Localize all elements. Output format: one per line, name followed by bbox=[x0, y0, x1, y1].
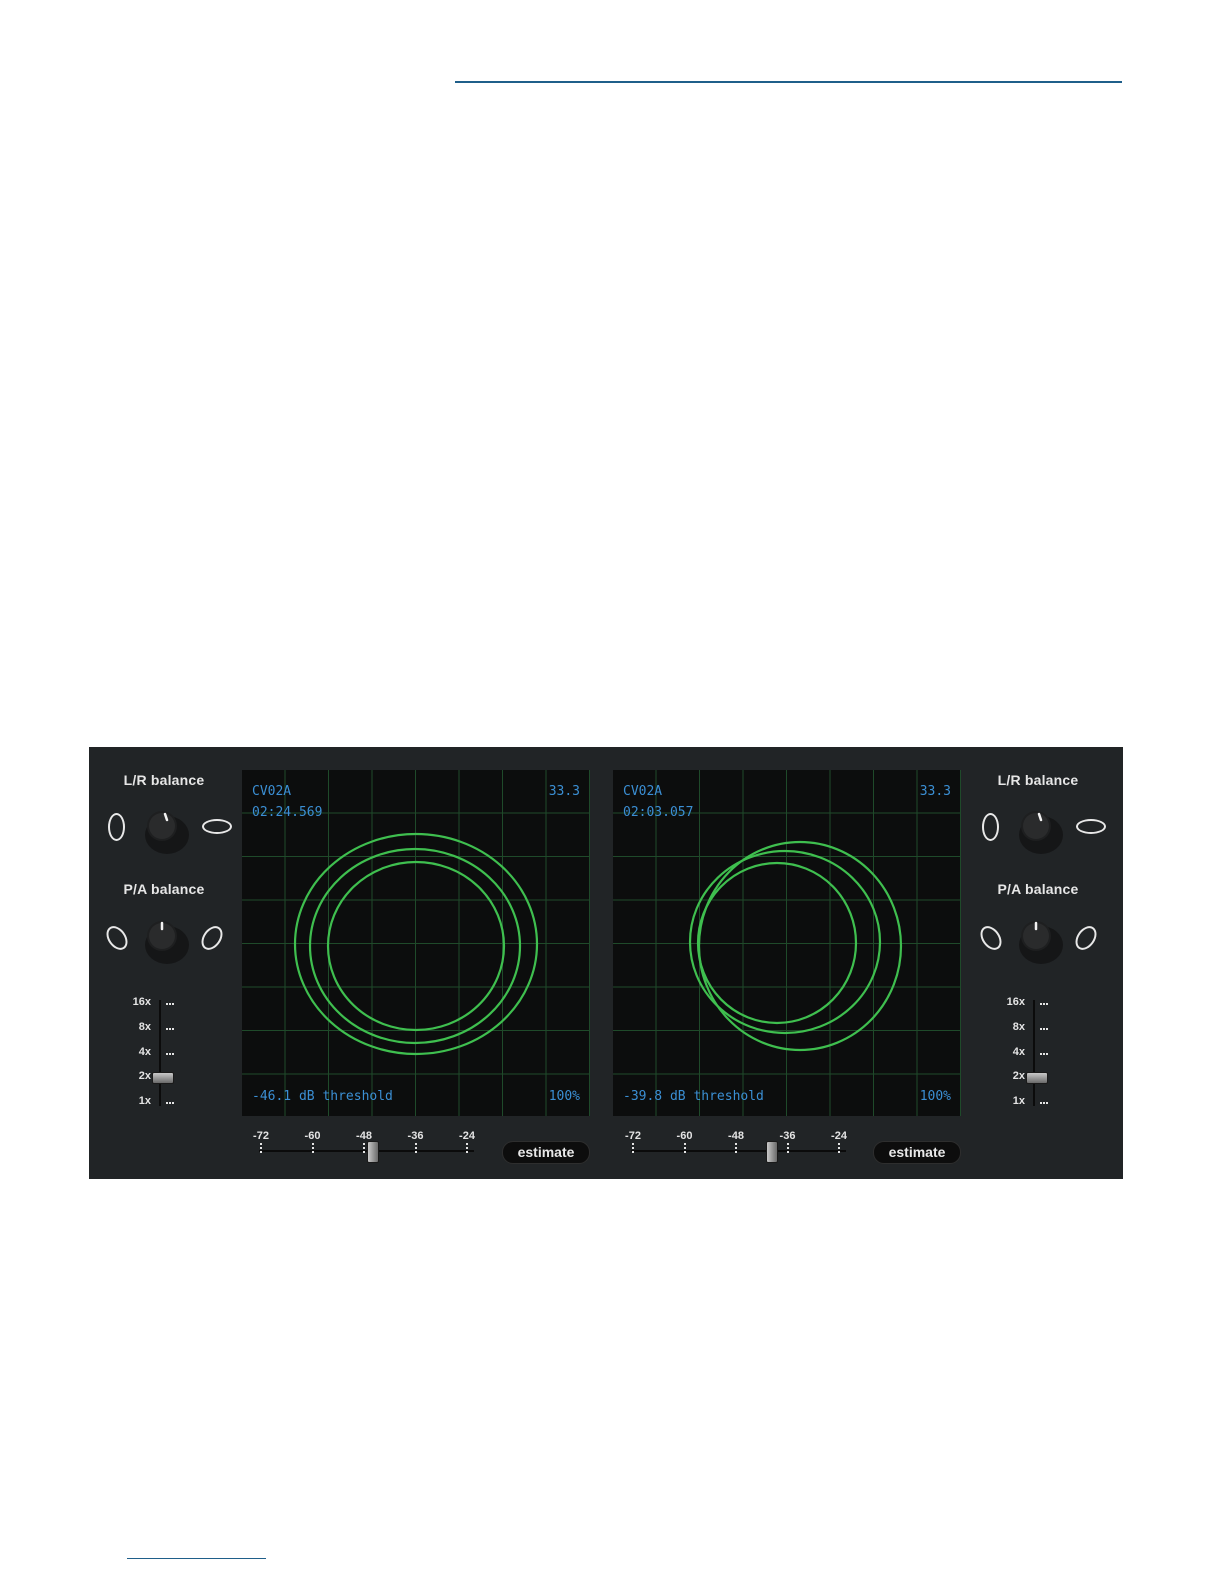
zoom-label-8x: 8x bbox=[138, 1021, 151, 1033]
scope-panel: L/R balance P/A balance 16x 8x 4x 2x 1x bbox=[89, 747, 1123, 1179]
threshold-tick-label: -60 bbox=[304, 1130, 321, 1142]
zoom-label-16x: 16x bbox=[1006, 996, 1025, 1008]
zoom-label-8x: 8x bbox=[1012, 1021, 1025, 1033]
zoom-tick bbox=[166, 1003, 174, 1007]
zoom-label-4x: 4x bbox=[138, 1046, 151, 1058]
horizontal-ellipse-icon bbox=[202, 819, 232, 834]
threshold-tick-label: -48 bbox=[728, 1130, 744, 1142]
tilted-ellipse-left-icon bbox=[976, 922, 1006, 954]
lr-balance-label: L/R balance bbox=[123, 772, 205, 788]
zoom-tick bbox=[166, 1102, 174, 1106]
threshold-tick bbox=[466, 1143, 470, 1153]
pa-balance-knob[interactable] bbox=[1010, 912, 1066, 968]
threshold-slider-left[interactable]: -72 -60 -48 -36 -24 bbox=[249, 1128, 489, 1178]
zoom-tick bbox=[166, 1028, 174, 1032]
zoom-label-2x: 2x bbox=[138, 1070, 151, 1082]
zoom-label-16x: 16x bbox=[132, 996, 151, 1008]
zoom-label-4x: 4x bbox=[1012, 1046, 1025, 1058]
scope-grid-left bbox=[242, 770, 590, 1116]
scope-display-right: CV02A 02:03.057 33.3 -39.8 dB threshold … bbox=[613, 770, 961, 1116]
signal-percent: 100% bbox=[919, 1089, 951, 1104]
threshold-tick-label: -60 bbox=[676, 1130, 693, 1142]
threshold-tick bbox=[838, 1143, 842, 1153]
threshold-tick bbox=[683, 1143, 688, 1153]
zoom-label-1x: 1x bbox=[1012, 1095, 1025, 1107]
zoom-tick bbox=[1040, 1003, 1048, 1007]
threshold-tick bbox=[260, 1143, 264, 1153]
zoom-label-2x: 2x bbox=[1012, 1070, 1025, 1082]
threshold-slider-right[interactable]: -72 -60 -48 -36 -24 bbox=[621, 1128, 861, 1178]
pa-balance-label: P/A balance bbox=[997, 881, 1079, 897]
threshold-slider-thumb[interactable] bbox=[367, 1141, 380, 1163]
left-controls: L/R balance P/A balance 16x 8x 4x 2x 1x bbox=[99, 747, 232, 1179]
pa-balance-label: P/A balance bbox=[123, 881, 205, 897]
zoom-tick bbox=[1040, 1028, 1048, 1032]
horizontal-ellipse-icon bbox=[1076, 819, 1106, 834]
signal-trace bbox=[688, 849, 882, 1035]
lr-balance-knob[interactable] bbox=[136, 802, 192, 858]
threshold-slider-thumb[interactable] bbox=[766, 1141, 779, 1163]
scope-grid-right bbox=[613, 770, 961, 1116]
threshold-tick-label: -24 bbox=[831, 1130, 847, 1142]
threshold-tick bbox=[311, 1143, 316, 1153]
zoom-slider-track[interactable] bbox=[1033, 1000, 1035, 1106]
speed-readout: 33.3 bbox=[919, 784, 951, 799]
zoom-tick bbox=[1040, 1053, 1048, 1057]
pa-balance-knob[interactable] bbox=[136, 912, 192, 968]
tilted-ellipse-right-icon bbox=[197, 922, 227, 954]
threshold-tick bbox=[735, 1143, 739, 1153]
zoom-tick bbox=[166, 1053, 174, 1057]
threshold-tick-label: -36 bbox=[407, 1130, 424, 1142]
right-controls: L/R balance P/A balance 16x 8x 4x 2x 1x bbox=[973, 747, 1106, 1179]
track-name: CV02A bbox=[252, 784, 292, 799]
speed-readout: 33.3 bbox=[548, 784, 580, 799]
zoom-label-1x: 1x bbox=[138, 1095, 151, 1107]
track-time: 02:24.569 bbox=[252, 805, 323, 820]
estimate-button[interactable]: estimate bbox=[873, 1141, 961, 1164]
zoom-slider-thumb[interactable] bbox=[152, 1072, 174, 1084]
threshold-readout: -39.8 dB threshold bbox=[623, 1089, 764, 1104]
threshold-tick bbox=[632, 1143, 636, 1153]
zoom-tick bbox=[1040, 1102, 1048, 1106]
vertical-ellipse-icon bbox=[108, 813, 125, 841]
zoom-slider-thumb[interactable] bbox=[1026, 1072, 1048, 1084]
footer-link-rule bbox=[127, 1558, 266, 1559]
threshold-tick bbox=[786, 1143, 791, 1153]
scope-display-left: CV02A 02:24.569 33.3 -46.1 dB threshold … bbox=[242, 770, 590, 1116]
threshold-tick-label: -72 bbox=[253, 1130, 269, 1142]
signal-percent: 100% bbox=[548, 1089, 580, 1104]
threshold-readout: -46.1 dB threshold bbox=[252, 1089, 393, 1104]
threshold-tick bbox=[414, 1143, 419, 1153]
tilted-ellipse-right-icon bbox=[1071, 922, 1101, 954]
track-name: CV02A bbox=[623, 784, 663, 799]
estimate-button[interactable]: estimate bbox=[502, 1141, 590, 1164]
threshold-tick-label: -36 bbox=[779, 1130, 796, 1142]
zoom-slider-track[interactable] bbox=[159, 1000, 161, 1106]
lr-balance-label: L/R balance bbox=[997, 772, 1079, 788]
threshold-tick-label: -24 bbox=[459, 1130, 475, 1142]
tilted-ellipse-left-icon bbox=[102, 922, 132, 954]
track-time: 02:03.057 bbox=[623, 805, 694, 820]
vertical-ellipse-icon bbox=[982, 813, 999, 841]
header-rule bbox=[455, 81, 1122, 83]
threshold-tick-label: -72 bbox=[625, 1130, 641, 1142]
lr-balance-knob[interactable] bbox=[1010, 802, 1066, 858]
